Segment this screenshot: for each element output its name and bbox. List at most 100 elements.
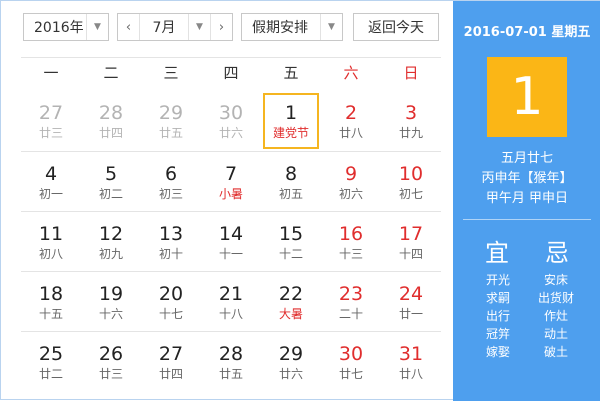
day-number: 3 [404,102,418,124]
calendar-day[interactable]: 8 初五 [261,152,321,211]
lunar-label: 小暑 [218,187,243,201]
calendar-day[interactable]: 28 廿五 [201,332,261,391]
calendar-day[interactable]: 5 初二 [81,152,141,211]
selected-day-number: 1 [487,57,567,137]
chevron-down-icon[interactable]: ▼ [86,14,108,40]
calendar-day[interactable]: 4 初一 [21,152,81,211]
day-number: 29 [158,102,184,124]
day-number: 4 [44,163,58,185]
lunar-label: 廿一 [398,307,423,321]
calendar-day[interactable]: 7 小暑 [201,152,261,211]
calendar-day[interactable]: 17 十四 [381,212,441,271]
calendar-day[interactable]: 14 十一 [201,212,261,271]
lunar-label: 廿五 [218,367,243,381]
calendar-day[interactable]: 19 十六 [81,272,141,331]
calendar-day[interactable]: 16 十三 [321,212,381,271]
calendar-day[interactable]: 28 廿四 [81,91,141,151]
weekday-label: 四 [223,64,239,82]
weekday-label: 日 [403,64,419,82]
lunar-label: 廿三 [38,126,63,140]
calendar-grid: 27 廿三 28 廿四 29 廿五 30 廿六 1 建党节 2 廿八 3 廿九 4 初一 5 初二 6 初三 7 小暑 8 初… [21,91,441,391]
calendar-week-row: 4 初一 5 初二 6 初三 7 小暑 8 初五 9 初六 10 初七 [21,151,441,211]
calendar-day[interactable]: 31 廿八 [381,332,441,391]
day-number: 5 [104,163,118,185]
lunar-label: 十三 [338,247,363,261]
chevron-left-icon[interactable]: ‹ [118,14,140,40]
day-number: 25 [38,343,64,365]
calendar-day[interactable]: 22 大暑 [261,272,321,331]
day-number: 28 [98,102,124,124]
day-number: 23 [338,283,364,305]
ji-item: 动土 [543,327,568,341]
holiday-select-value: 假期安排 [252,20,308,36]
lunar-label: 十一 [218,247,243,261]
ji-list: 安床 出货财 作灶 动土 破土 [531,271,581,361]
chevron-right-icon[interactable]: › [210,14,232,40]
lunar-label: 十四 [398,247,423,261]
calendar-week-row: 27 廿三 28 廿四 29 廿五 30 廿六 1 建党节 2 廿八 3 廿九 [21,91,441,151]
weekday-label: 一 [43,64,59,82]
calendar-panel: 2016年 ▼ ‹ 7月 ▼ › 假期安排 ▼ 返回今天 一 二 三 四 五 六… [1,1,453,401]
calendar-day[interactable]: 27 廿三 [21,91,81,151]
calendar-day[interactable]: 15 十二 [261,212,321,271]
lunar-label: 二十 [338,307,363,321]
calendar-day[interactable]: 27 廿四 [141,332,201,391]
calendar-day[interactable]: 10 初七 [381,152,441,211]
lunar-label: 十二 [278,247,303,261]
calendar-day[interactable]: 26 廿三 [81,332,141,391]
calendar-day[interactable]: 30 廿七 [321,332,381,391]
lunar-label: 初五 [278,187,303,201]
month-select-value: 7月 [152,20,176,36]
lunar-label: 建党节 [272,126,309,140]
calendar-day[interactable]: 23 二十 [321,272,381,331]
calendar-day[interactable]: 12 初九 [81,212,141,271]
holiday-select[interactable]: 假期安排 ▼ [241,13,343,41]
calendar-widget: 2016年 ▼ ‹ 7月 ▼ › 假期安排 ▼ 返回今天 一 二 三 四 五 六… [0,0,600,401]
lunar-label: 初六 [338,187,363,201]
calendar-day[interactable]: 9 初六 [321,152,381,211]
calendar-day[interactable]: 21 十八 [201,272,261,331]
calendar-day[interactable]: 29 廿五 [141,91,201,151]
lunar-label: 初二 [98,187,123,201]
calendar-day[interactable]: 6 初三 [141,152,201,211]
calendar-day[interactable]: 2 廿八 [321,91,381,151]
calendar-day[interactable]: 24 廿一 [381,272,441,331]
calendar-day-selected[interactable]: 1 建党节 [261,91,321,151]
ganzhi-month-day: 甲午月 甲申日 [485,191,569,206]
lunar-label: 廿六 [278,367,303,381]
year-select[interactable]: 2016年 ▼ [23,13,109,41]
calendar-day[interactable]: 30 廿六 [201,91,261,151]
back-to-today-button[interactable]: 返回今天 [353,13,439,41]
day-number: 8 [284,163,298,185]
lunar-label: 廿八 [338,126,363,140]
calendar-day[interactable]: 20 十七 [141,272,201,331]
day-number: 30 [338,343,364,365]
day-number: 27 [158,343,184,365]
lunar-label: 廿五 [158,126,183,140]
lunar-label: 初七 [398,187,423,201]
day-number: 10 [398,163,424,185]
day-number: 21 [218,283,244,305]
calendar-day[interactable]: 11 初八 [21,212,81,271]
calendar-day[interactable]: 25 廿二 [21,332,81,391]
ji-item: 安床 [543,273,568,287]
weekday-label: 三 [163,64,179,82]
chevron-down-icon[interactable]: ▼ [320,14,342,40]
day-number: 28 [218,343,244,365]
day-number: 1 [284,102,298,124]
calendar-day[interactable]: 29 廿六 [261,332,321,391]
divider [463,219,591,220]
day-number: 9 [344,163,358,185]
lunar-label: 十八 [218,307,243,321]
calendar-day[interactable]: 3 廿九 [381,91,441,151]
weekday-label: 六 [343,64,359,82]
day-number: 29 [278,343,304,365]
month-select[interactable]: ‹ 7月 ▼ › [117,13,233,41]
lunar-label: 十七 [158,307,183,321]
chevron-down-icon[interactable]: ▼ [188,14,210,40]
lunar-label: 大暑 [278,307,303,321]
calendar-day[interactable]: 18 十五 [21,272,81,331]
calendar-day[interactable]: 13 初十 [141,212,201,271]
day-number: 16 [338,223,364,245]
ji-item: 破土 [543,345,568,359]
